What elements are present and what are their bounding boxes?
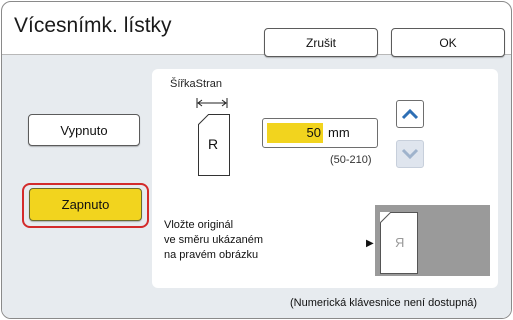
chevron-up-icon bbox=[401, 108, 419, 120]
ok-button[interactable]: OK bbox=[391, 28, 505, 57]
width-input[interactable]: 50 mm bbox=[262, 118, 378, 148]
instruction-line-3: na pravém obrázku bbox=[164, 249, 259, 261]
width-arrow-icon bbox=[196, 98, 228, 108]
preview-document-icon: Я bbox=[380, 212, 418, 274]
keypad-note: (Numerická klávesnice není dostupná) bbox=[290, 297, 478, 309]
document-letter: R bbox=[208, 136, 219, 152]
width-unit: mm bbox=[328, 125, 350, 140]
on-button[interactable]: Zapnuto bbox=[29, 188, 142, 221]
pointer-arrow-icon: ▶ bbox=[366, 238, 374, 249]
chevron-down-icon bbox=[401, 148, 419, 160]
increase-button[interactable] bbox=[396, 100, 424, 128]
dialog-title: Vícesnímk. lístky bbox=[14, 14, 172, 37]
width-range: (50-210) bbox=[330, 154, 372, 166]
width-label: ŠířkaStran bbox=[170, 78, 222, 90]
preview-letter: Я bbox=[395, 235, 405, 250]
placement-instruction: Vložte originál ve směru ukázaném na pra… bbox=[164, 218, 314, 263]
instruction-line-2: ve směru ukázaném bbox=[164, 234, 264, 246]
decrease-button[interactable] bbox=[396, 140, 424, 168]
cancel-button[interactable]: Zrušit bbox=[264, 28, 378, 57]
document-icon: R bbox=[198, 114, 230, 176]
off-button[interactable]: Vypnuto bbox=[28, 114, 140, 146]
width-value: 50 bbox=[306, 125, 321, 140]
instruction-line-1: Vložte originál bbox=[164, 219, 234, 231]
